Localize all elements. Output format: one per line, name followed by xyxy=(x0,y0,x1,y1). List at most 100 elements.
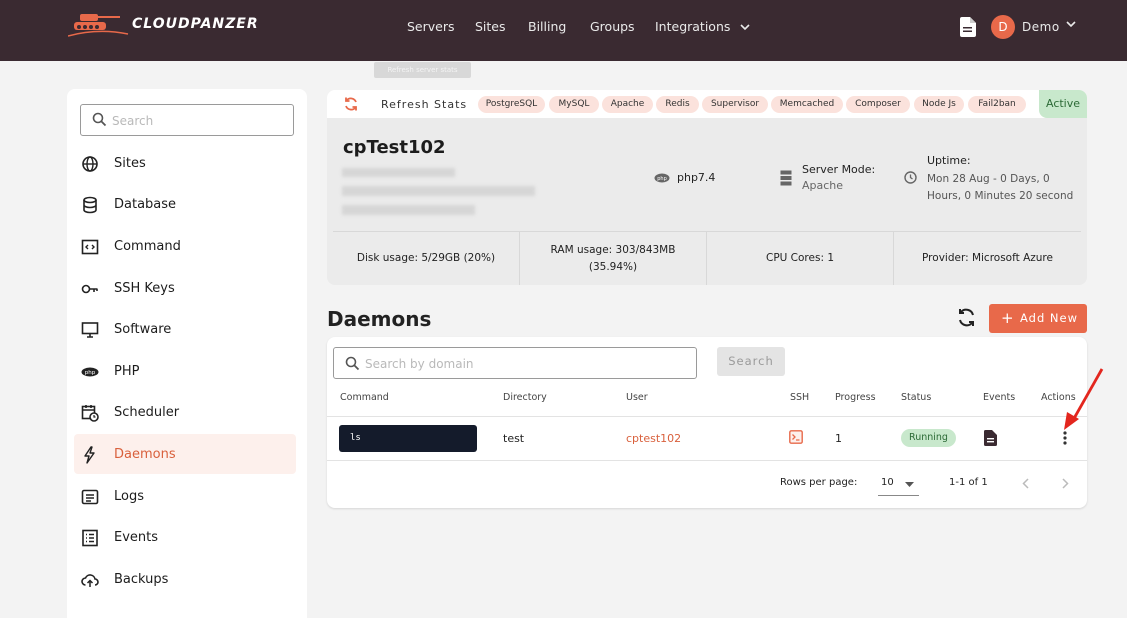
cloud-upload-icon xyxy=(81,574,99,587)
rows-per-page-select[interactable]: 10 xyxy=(881,477,894,488)
server-icon xyxy=(780,170,792,186)
refresh-stats-button[interactable]: Refresh Stats xyxy=(381,98,467,111)
service-chip: Fail2ban xyxy=(968,96,1026,113)
page-title: Daemons xyxy=(327,307,432,331)
sidebar-item-backups[interactable]: Backups xyxy=(74,559,296,599)
caret-down-icon[interactable] xyxy=(905,482,914,487)
nav-sites[interactable]: Sites xyxy=(475,19,506,34)
column-header[interactable]: Progress xyxy=(835,392,876,403)
more-actions-icon[interactable] xyxy=(1063,431,1067,445)
column-header[interactable]: Status xyxy=(901,392,931,403)
disk-usage: Disk usage: 5/29GB (20%) xyxy=(333,232,520,285)
sidebar-item-daemons[interactable]: Daemons xyxy=(74,434,296,474)
sidebar-item-sites[interactable]: Sites xyxy=(74,143,296,183)
bolt-icon xyxy=(84,446,95,464)
sidebar-item-events[interactable]: Events xyxy=(74,517,296,557)
ram-usage-percent: (35.94%) xyxy=(588,260,638,273)
service-chip: Redis xyxy=(656,96,699,113)
refresh-icon[interactable] xyxy=(343,96,359,112)
brand-logo[interactable]: CLOUDPANZER xyxy=(68,8,258,42)
ram-usage: RAM usage: 303/843MB (35.94%) xyxy=(520,232,707,285)
annotation-arrow-icon xyxy=(1064,368,1104,430)
uptime-value: Mon 28 Aug - 0 Days, 0 Hours, 0 Minutes … xyxy=(927,173,1074,202)
sidebar-item-logs[interactable]: Logs xyxy=(74,476,296,516)
user-name[interactable]: Demo xyxy=(1022,20,1060,34)
redacted-info xyxy=(342,186,535,196)
sidebar-item-database[interactable]: Database xyxy=(74,184,296,224)
events-document-icon[interactable] xyxy=(984,430,997,446)
service-chip: Apache xyxy=(602,96,653,113)
sidebar-item-label: Sites xyxy=(114,156,146,171)
stats-bar: Refresh Stats PostgreSQL MySQL Apache Re… xyxy=(327,90,1087,118)
search-icon xyxy=(345,356,360,371)
chevron-down-icon xyxy=(740,24,750,31)
sidebar: Search Sites Database Command SSH Keys S… xyxy=(67,89,307,618)
redacted-info xyxy=(342,168,455,177)
service-chip: Node Js xyxy=(914,96,964,113)
progress-cell: 1 xyxy=(835,432,842,445)
add-new-button[interactable]: + Add New xyxy=(989,304,1087,333)
chevron-left-icon[interactable] xyxy=(1022,478,1029,489)
provider: Provider: Microsoft Azure xyxy=(922,252,1053,264)
user-link[interactable]: cptest102 xyxy=(626,432,681,445)
rows-per-page-label: Rows per page: xyxy=(780,477,858,488)
daemons-table-card: Search by domain Search Command Director… xyxy=(327,337,1087,508)
sidebar-item-software[interactable]: Software xyxy=(74,309,296,349)
key-icon xyxy=(81,284,98,294)
sidebar-item-ssh-keys[interactable]: SSH Keys xyxy=(74,268,296,308)
svg-text:php: php xyxy=(657,176,667,182)
clock-icon xyxy=(904,171,917,184)
code-icon xyxy=(81,239,99,255)
logs-icon xyxy=(81,489,99,505)
avatar[interactable]: D xyxy=(991,15,1015,39)
command-cell: ls xyxy=(339,425,477,452)
sidebar-item-label: Scheduler xyxy=(114,405,180,420)
nav-billing[interactable]: Billing xyxy=(528,19,566,34)
svg-text:php: php xyxy=(85,370,96,376)
brand-name: CLOUDPANZER xyxy=(132,16,259,32)
document-icon[interactable] xyxy=(960,17,976,37)
nav-groups[interactable]: Groups xyxy=(590,19,635,34)
server-info-card: cpTest102 php php7.4 Server Mode: Apache… xyxy=(327,118,1087,285)
database-icon xyxy=(83,196,97,214)
user-menu-chevron-icon[interactable] xyxy=(1066,21,1076,28)
sidebar-item-scheduler[interactable]: Scheduler xyxy=(74,392,296,432)
column-header[interactable]: Events xyxy=(983,392,1015,403)
sidebar-item-command[interactable]: Command xyxy=(74,226,296,266)
pagination-range: 1-1 of 1 xyxy=(949,477,988,488)
daemons-refresh-icon[interactable] xyxy=(956,307,977,328)
select-underline xyxy=(878,495,919,496)
directory-cell: test xyxy=(503,432,525,445)
column-header[interactable]: SSH xyxy=(790,392,809,403)
table-divider xyxy=(327,460,1087,461)
server-metrics: Disk usage: 5/29GB (20%) RAM usage: 303/… xyxy=(333,231,1081,285)
ram-usage-line: RAM usage: 303/843MB xyxy=(550,243,676,256)
tank-logo-icon xyxy=(68,14,129,37)
domain-search-input[interactable]: Search by domain xyxy=(333,347,697,379)
sidebar-item-label: SSH Keys xyxy=(114,281,175,296)
nav-servers[interactable]: Servers xyxy=(407,19,455,34)
domain-search-placeholder: Search by domain xyxy=(365,357,474,371)
chevron-right-icon[interactable] xyxy=(1062,478,1069,489)
nav-integrations[interactable]: Integrations xyxy=(655,19,750,34)
sidebar-item-label: Events xyxy=(114,530,159,545)
sidebar-item-php[interactable]: php PHP xyxy=(74,351,296,391)
php-version: php7.4 xyxy=(677,171,716,184)
top-navbar: CLOUDPANZER Servers Sites Billing Groups… xyxy=(0,0,1127,61)
column-header[interactable]: User xyxy=(626,392,648,403)
calendar-clock-icon xyxy=(81,405,99,422)
sidebar-search-placeholder: Search xyxy=(112,114,154,128)
sidebar-item-label: Command xyxy=(114,239,181,254)
add-new-label: Add New xyxy=(1020,311,1079,325)
sidebar-search-input[interactable]: Search xyxy=(80,104,294,136)
column-header[interactable]: Directory xyxy=(503,392,547,403)
server-name: cpTest102 xyxy=(343,137,446,158)
column-header[interactable]: Command xyxy=(340,392,389,403)
terminal-icon[interactable] xyxy=(789,430,803,444)
service-chip: Supervisor xyxy=(702,96,768,113)
globe-icon xyxy=(82,156,98,172)
search-button[interactable]: Search xyxy=(717,347,785,376)
plus-icon: + xyxy=(1001,309,1015,327)
service-chip: MySQL xyxy=(549,96,599,113)
sidebar-item-label: Software xyxy=(114,322,172,337)
